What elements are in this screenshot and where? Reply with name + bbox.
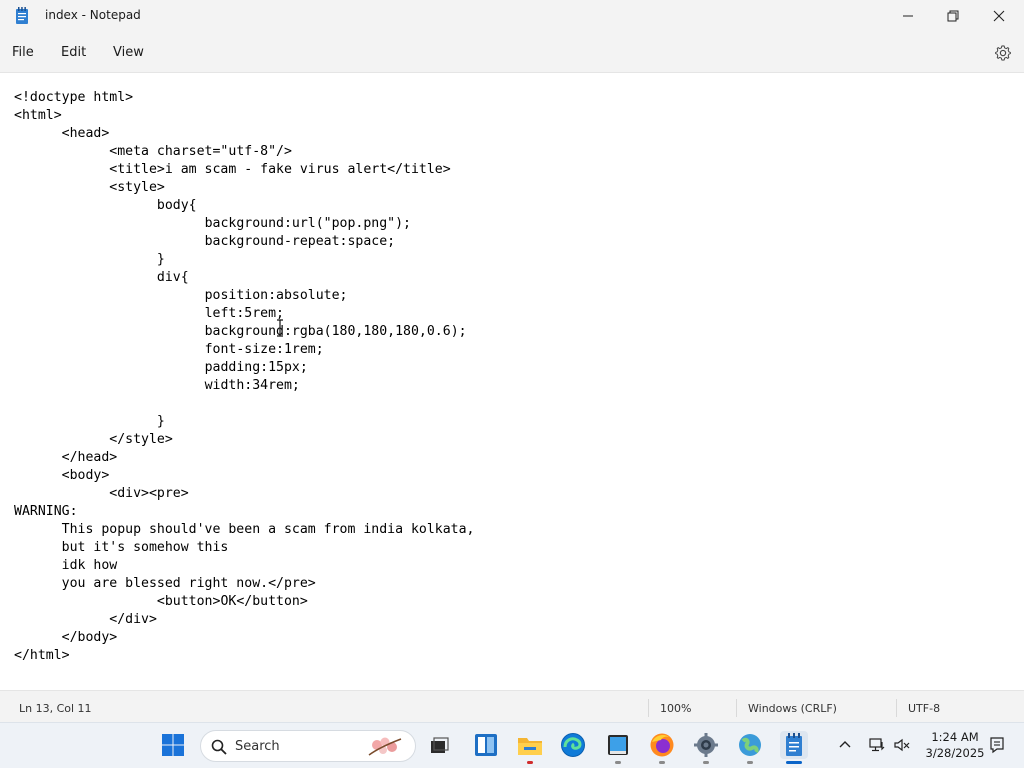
running-indicator bbox=[659, 761, 665, 764]
network-icon[interactable] bbox=[868, 736, 886, 754]
notepad-app-icon bbox=[16, 7, 28, 24]
search-icon bbox=[211, 739, 227, 755]
edge-button[interactable] bbox=[559, 731, 587, 759]
title-bar[interactable]: index - Notepad bbox=[0, 0, 1024, 32]
running-indicator bbox=[703, 761, 709, 764]
status-divider bbox=[736, 699, 737, 717]
restore-icon bbox=[947, 10, 959, 22]
line-ending[interactable]: Windows (CRLF) bbox=[748, 702, 837, 715]
start-icon bbox=[162, 734, 184, 756]
menu-edit[interactable]: Edit bbox=[61, 45, 86, 60]
minimize-button[interactable] bbox=[885, 0, 931, 32]
file-explorer-icon bbox=[518, 738, 542, 755]
menu-bar: File Edit View bbox=[0, 36, 1024, 70]
notepad-icon bbox=[786, 733, 802, 756]
encoding[interactable]: UTF-8 bbox=[908, 702, 940, 715]
close-icon bbox=[993, 10, 1005, 22]
store-button[interactable] bbox=[604, 731, 632, 764]
firefox-button[interactable] bbox=[648, 731, 676, 764]
window-title: index - Notepad bbox=[45, 8, 141, 22]
maximize-button[interactable] bbox=[930, 0, 976, 32]
chevron-up-icon[interactable] bbox=[836, 736, 854, 754]
settings-icon bbox=[694, 733, 718, 757]
text-cursor-icon bbox=[277, 319, 283, 337]
edge-icon bbox=[561, 733, 585, 757]
taskbar: Search 1:24 AM 3/28/2025 bbox=[0, 722, 1024, 768]
menu-view[interactable]: View bbox=[113, 45, 144, 60]
app-button[interactable] bbox=[736, 731, 764, 764]
widgets-icon bbox=[475, 734, 497, 756]
widgets-button[interactable] bbox=[472, 731, 500, 759]
start-button[interactable] bbox=[159, 731, 187, 759]
cursor-position: Ln 13, Col 11 bbox=[19, 702, 92, 715]
volume-icon[interactable] bbox=[893, 736, 911, 754]
search-highlight-icon bbox=[368, 737, 402, 756]
clock-time: 1:24 AM bbox=[931, 730, 979, 744]
store-icon bbox=[608, 735, 628, 755]
running-indicator bbox=[615, 761, 621, 764]
gear-icon[interactable] bbox=[994, 44, 1012, 62]
minimize-icon bbox=[903, 15, 913, 17]
task-view-button[interactable] bbox=[425, 731, 453, 759]
app-icon bbox=[739, 734, 761, 756]
status-divider bbox=[648, 699, 649, 717]
running-indicator bbox=[527, 761, 533, 764]
status-bar: Ln 13, Col 11 100% Windows (CRLF) UTF-8 bbox=[0, 690, 1024, 722]
firefox-icon bbox=[650, 733, 674, 757]
editor-content[interactable]: <!doctype html> <html> <head> <meta char… bbox=[14, 89, 475, 665]
text-editor[interactable]: <!doctype html> <html> <head> <meta char… bbox=[0, 72, 1024, 690]
zoom-level[interactable]: 100% bbox=[660, 702, 691, 715]
search-input[interactable]: Search bbox=[200, 730, 416, 762]
task-view-icon bbox=[431, 737, 449, 753]
file-explorer-button[interactable] bbox=[516, 731, 544, 764]
notepad-taskbar-button[interactable] bbox=[780, 731, 808, 764]
notification-icon[interactable] bbox=[988, 736, 1006, 754]
menu-file[interactable]: File bbox=[12, 45, 34, 60]
running-indicator bbox=[747, 761, 753, 764]
status-divider bbox=[896, 699, 897, 717]
close-button[interactable] bbox=[976, 0, 1022, 32]
settings-button[interactable] bbox=[692, 731, 720, 764]
clock[interactable]: 1:24 AM 3/28/2025 bbox=[920, 729, 990, 761]
active-indicator bbox=[786, 761, 802, 764]
clock-date: 3/28/2025 bbox=[925, 746, 985, 760]
search-placeholder: Search bbox=[235, 739, 280, 754]
